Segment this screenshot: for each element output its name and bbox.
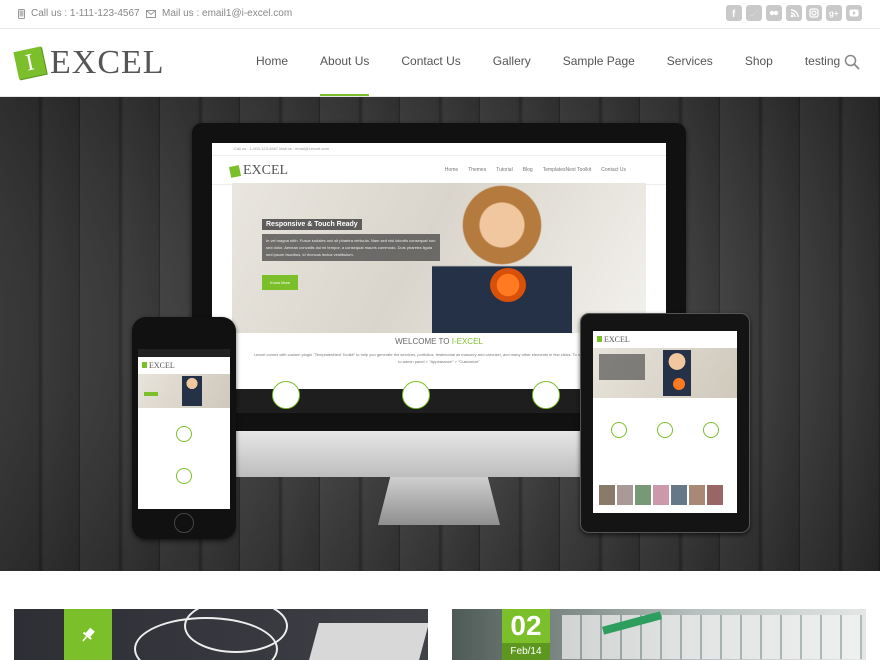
- monitor-stand: [378, 477, 500, 525]
- facebook-icon[interactable]: f: [726, 5, 742, 21]
- service-circle: [532, 381, 560, 409]
- main-nav: Home About Us Contact Us Gallery Sample …: [240, 29, 856, 96]
- mockup-logo-text: EXCEL: [243, 163, 289, 178]
- keyboard-photo: [562, 615, 862, 659]
- google-plus-icon[interactable]: g+: [826, 5, 842, 21]
- mockup-topbar: Call us : 1-000-123-4567 Mail us : email…: [212, 143, 666, 156]
- mockup-nav-item: Blog: [522, 167, 533, 173]
- nav-shop[interactable]: Shop: [729, 29, 789, 96]
- girl-photo: [432, 183, 572, 333]
- tablet-thumbnails: [599, 485, 723, 505]
- mockup-nav: Home Themes Tutorial Blog TemplatesNext …: [445, 167, 626, 173]
- mockup-header: EXCEL Home Themes Tutorial Blog Template…: [212, 156, 666, 185]
- phone-mockup: EXCEL: [132, 317, 236, 539]
- search-icon[interactable]: [844, 54, 860, 75]
- mockup-nav-item: TemplatesNext Toolkit: [542, 167, 592, 173]
- device-photo: [309, 623, 428, 660]
- mockup-know-more: Know More: [262, 275, 299, 290]
- mail-icon: [146, 9, 156, 18]
- phone-home-button: [174, 513, 194, 533]
- mockup-nav-item: Tutorial: [496, 167, 513, 173]
- rss-icon[interactable]: [786, 5, 802, 21]
- post-card[interactable]: 02 Feb/14: [452, 609, 866, 660]
- phone-screen: EXCEL: [138, 349, 230, 509]
- top-bar: Call us : 1-111-123-4567 Mail us : email…: [0, 0, 880, 29]
- post-date-badge: 02 Feb/14: [502, 609, 550, 660]
- mockup-slide-title: Responsive & Touch Ready: [262, 219, 362, 230]
- service-circle: [402, 381, 430, 409]
- mockup-welcome-text: i-excel comes with custom plugin "Templa…: [253, 352, 625, 364]
- logo-text: EXCEL: [50, 44, 165, 81]
- mockup-nav-item: Home: [444, 167, 459, 173]
- nav-home[interactable]: Home: [240, 29, 304, 96]
- flickr-icon[interactable]: [766, 5, 782, 21]
- nav-contact-us[interactable]: Contact Us: [385, 29, 476, 96]
- mockup-slider: Responsive & Touch Ready In vel magna ni…: [232, 183, 646, 333]
- svg-text:g+: g+: [829, 9, 839, 18]
- nav-sample-page[interactable]: Sample Page: [547, 29, 651, 96]
- welcome-brand: I-EXCEL: [451, 337, 483, 346]
- logo-mark: I: [13, 46, 47, 80]
- mockup-caption: Responsive & Touch Ready In vel magna ni…: [262, 213, 440, 290]
- tablet-mockup: EXCEL: [580, 313, 750, 533]
- svg-text:f: f: [732, 9, 736, 18]
- site-header: I EXCEL Home About Us Contact Us Gallery…: [0, 29, 880, 97]
- twitter-icon[interactable]: [746, 5, 762, 21]
- mockup-slide-text: In vel magna nibh. Fusce sodales orci si…: [262, 234, 440, 261]
- mockup-nav-item: Themes: [468, 167, 487, 173]
- mockup-logo: EXCEL: [228, 163, 289, 179]
- mockup-nav-item: Contact Us: [601, 167, 626, 173]
- post-card[interactable]: [14, 609, 428, 660]
- phone-text: Call us : 1-111-123-4567: [31, 8, 140, 19]
- post-date-month: Feb/14: [502, 643, 550, 660]
- instagram-icon[interactable]: [806, 5, 822, 21]
- phone-icon: [18, 8, 25, 19]
- welcome-prefix: WELCOME TO: [395, 337, 452, 346]
- youtube-icon[interactable]: [846, 5, 862, 21]
- nav-gallery[interactable]: Gallery: [477, 29, 547, 96]
- flowers-photo: [490, 268, 526, 302]
- hero-banner: Call us : 1-000-123-4567 Mail us : email…: [0, 97, 880, 571]
- service-circle: [272, 381, 300, 409]
- post-date-day: 02: [510, 610, 542, 641]
- sticky-pin-badge: [64, 609, 112, 660]
- site-logo[interactable]: I EXCEL: [13, 44, 165, 82]
- email-info: Mail us : email1@i-excel.com: [146, 8, 292, 19]
- pin-icon: [82, 627, 95, 642]
- social-links: f g+: [726, 5, 862, 21]
- nav-about-us[interactable]: About Us: [304, 29, 385, 96]
- phone-info: Call us : 1-111-123-4567: [18, 8, 140, 19]
- tablet-screen: EXCEL: [593, 331, 737, 513]
- nav-services[interactable]: Services: [651, 29, 729, 96]
- email-text[interactable]: Mail us : email1@i-excel.com: [162, 8, 292, 19]
